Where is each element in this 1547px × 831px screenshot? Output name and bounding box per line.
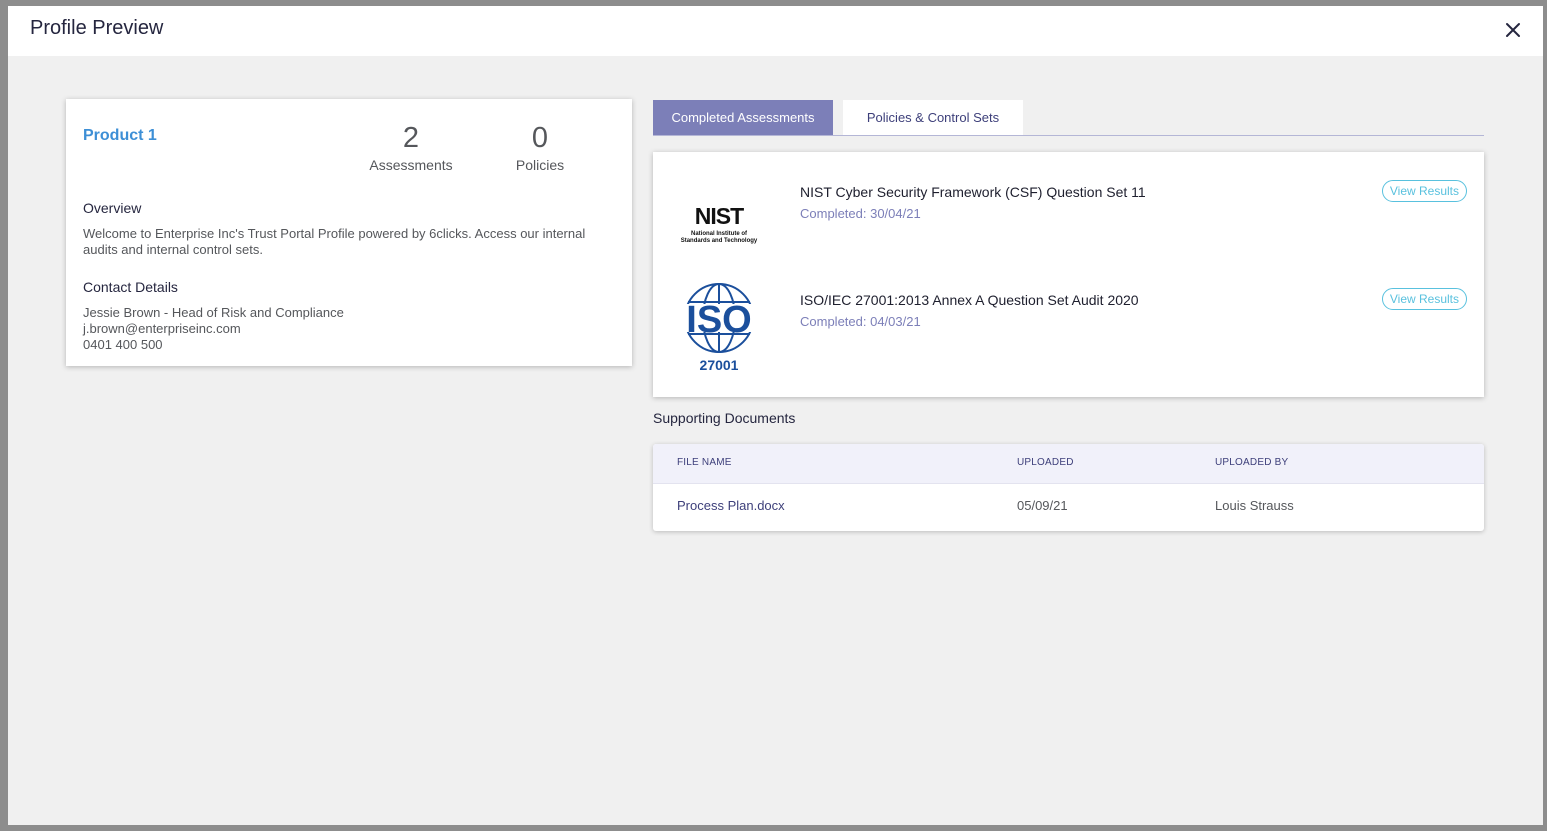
contact-email: j.brown@enterpriseinc.com [83, 321, 241, 336]
assessments-count: 2 [402, 122, 420, 154]
supporting-documents-title: Supporting Documents [653, 410, 796, 426]
tab-policies-control-sets[interactable]: Policies & Control Sets [843, 100, 1023, 136]
column-header-file-name[interactable]: FILE NAME [677, 457, 732, 468]
assessments-label: Assessments [369, 157, 453, 173]
tab-completed-assessments[interactable]: Completed Assessments [653, 100, 833, 136]
iso-logo-number: 27001 [700, 357, 739, 373]
policies-count: 0 [531, 122, 549, 154]
policies-label: Policies [515, 157, 565, 173]
iso-logo-text: ISO [686, 299, 751, 341]
overview-title: Overview [83, 200, 142, 216]
assessment-title: ISO/IEC 27001:2013 Annex A Question Set … [800, 292, 1139, 308]
supporting-documents-table: FILE NAME UPLOADED UPLOADED BY Process P… [653, 444, 1484, 531]
assessment-completed-date: Completed: 04/03/21 [800, 314, 921, 329]
tabs-divider [653, 135, 1484, 136]
assessments-card: NIST National Institute of Standards and… [653, 152, 1484, 397]
profile-card: Product 1 2 Assessments 0 Policies Overv… [66, 99, 632, 366]
table-header: FILE NAME UPLOADED UPLOADED BY [653, 444, 1484, 484]
view-results-button[interactable]: View Results [1381, 180, 1467, 202]
column-header-uploaded[interactable]: UPLOADED [1017, 457, 1074, 468]
product-name[interactable]: Product 1 [83, 127, 157, 145]
modal-title: Profile Preview [30, 17, 164, 39]
nist-logo-sub2: Standards and Technology [681, 238, 758, 244]
close-button[interactable] [1501, 18, 1525, 42]
contact-name: Jessie Brown - Head of Risk and Complian… [83, 305, 344, 320]
assessment-item: NIST National Institute of Standards and… [653, 152, 1484, 260]
column-header-uploaded-by[interactable]: UPLOADED BY [1215, 457, 1288, 468]
nist-logo: NIST National Institute of Standards and… [668, 158, 770, 258]
file-name-link[interactable]: Process Plan.docx [677, 498, 785, 513]
profile-preview-modal: Profile Preview Product 1 2 Assessments … [8, 6, 1543, 825]
assessments-stat: 2 Assessments [366, 121, 456, 173]
assessment-title: NIST Cyber Security Framework (CSF) Ques… [800, 184, 1146, 200]
close-icon [1506, 23, 1520, 37]
policies-stat: 0 Policies [495, 121, 585, 173]
assessment-completed-date: Completed: 30/04/21 [800, 206, 921, 221]
overview-text: Welcome to Enterprise Inc's Trust Portal… [83, 226, 586, 257]
modal-header: Profile Preview [8, 6, 1543, 56]
contact-title: Contact Details [83, 279, 178, 295]
nist-logo-text: NIST [695, 203, 744, 229]
uploaded-by: Louis Strauss [1215, 498, 1294, 513]
nist-logo-sub1: National Institute of [691, 231, 748, 237]
assessment-item: ISO 27001 ISO/IEC 27001:2013 Annex A Que… [653, 260, 1484, 373]
view-results-button[interactable]: View Results [1381, 288, 1467, 310]
uploaded-date: 05/09/21 [1017, 498, 1068, 513]
iso-27001-logo: ISO 27001 [668, 278, 770, 378]
contact-phone: 0401 400 500 [83, 337, 163, 352]
